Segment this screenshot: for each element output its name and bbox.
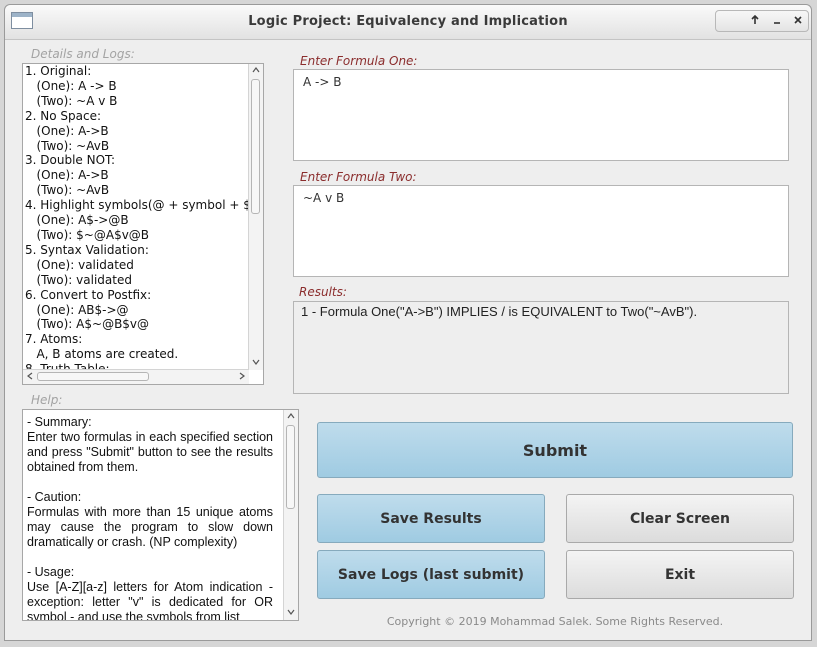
details-vertical-scrollbar[interactable] (248, 64, 263, 370)
scroll-up-icon[interactable] (250, 65, 262, 77)
log-line: 6. Convert to Postfix: (25, 287, 152, 302)
scroll-right-icon[interactable] (236, 371, 248, 383)
details-horizontal-thumb[interactable] (37, 372, 149, 381)
help-scroll-down-icon[interactable] (285, 607, 297, 619)
results-label: Results: (299, 285, 347, 299)
log-line: (Two): ~AvB (25, 138, 110, 153)
log-line: (One): A->B (25, 123, 109, 138)
close-icon[interactable] (789, 13, 807, 29)
details-logs-pane[interactable]: 1. Original: (One): A -> B (Two): ~A v B… (22, 63, 264, 385)
minimize-icon[interactable] (768, 13, 786, 29)
details-logs-label: Details and Logs: (31, 47, 135, 61)
details-horizontal-scrollbar[interactable] (23, 369, 249, 384)
log-line: (Two): validated (25, 272, 132, 287)
log-line: (Two): ~AvB (25, 183, 110, 198)
log-line: (One): A$->@B (25, 213, 129, 228)
log-line: 3. Double NOT: (25, 153, 116, 168)
exit-button[interactable]: Exit (566, 550, 794, 599)
log-line: (Two): $~@A$v@B (25, 227, 150, 242)
results-text: 1 - Formula One("A->B") IMPLIES / is EQU… (301, 304, 698, 319)
formula-one-input[interactable]: A -> B (293, 69, 789, 161)
log-line: 7. Atoms: (25, 332, 83, 347)
clear-screen-button[interactable]: Clear Screen (566, 494, 794, 543)
log-line: (Two): ~A v B (25, 93, 118, 108)
copyright-text: Copyright © 2019 Mohammad Salek. Some Ri… (386, 615, 724, 628)
formula-one-label: Enter Formula One: (300, 54, 418, 68)
log-line: (One): A -> B (25, 78, 117, 93)
details-vertical-thumb[interactable] (251, 79, 260, 214)
help-vertical-scrollbar[interactable] (283, 410, 298, 620)
save-logs-button[interactable]: Save Logs (last submit) (317, 550, 545, 599)
log-line: 2. No Space: (25, 108, 102, 123)
log-line: (One): A->B (25, 168, 109, 183)
formula-two-input[interactable]: ~A v B (293, 185, 789, 277)
results-output[interactable]: 1 - Formula One("A->B") IMPLIES / is EQU… (293, 301, 789, 394)
title-bar[interactable]: Logic Project: Equivalency and Implicati… (5, 5, 811, 40)
submit-button[interactable]: Submit (317, 422, 793, 478)
help-label: Help: (31, 393, 63, 407)
log-line: (One): AB$->@ (25, 302, 129, 317)
window-controls (715, 10, 809, 32)
window-title: Logic Project: Equivalency and Implicati… (248, 14, 568, 29)
log-line: (One): validated (25, 257, 134, 272)
help-text: - Summary: Enter two formulas in each spe… (27, 415, 273, 621)
details-logs-text: 1. Original: (One): A -> B (Two): ~A v B… (25, 64, 260, 377)
formula-two-label: Enter Formula Two: (300, 170, 417, 184)
log-line: A, B atoms are created. (25, 347, 179, 362)
help-paragraph: - Caution: Formulas with more than 15 uni… (27, 490, 273, 549)
log-line: 4. Highlight symbols(@ + symbol + $): (25, 198, 260, 213)
maximize-icon[interactable] (746, 13, 764, 29)
help-vertical-thumb[interactable] (286, 425, 295, 509)
log-line: (Two): A$~@B$v@ (25, 317, 150, 332)
scroll-left-icon[interactable] (24, 371, 36, 383)
help-scroll-up-icon[interactable] (285, 411, 297, 423)
save-results-button[interactable]: Save Results (317, 494, 545, 543)
help-pane[interactable]: - Summary: Enter two formulas in each spe… (22, 409, 299, 621)
scroll-down-icon[interactable] (250, 357, 262, 369)
log-line: 5. Syntax Validation: (25, 242, 149, 257)
help-paragraph: - Usage: Use [A-Z][a-z] letters for Atom … (27, 565, 273, 621)
help-paragraph: - Summary: Enter two formulas in each spe… (27, 415, 273, 474)
log-line: 1. Original: (25, 64, 92, 78)
